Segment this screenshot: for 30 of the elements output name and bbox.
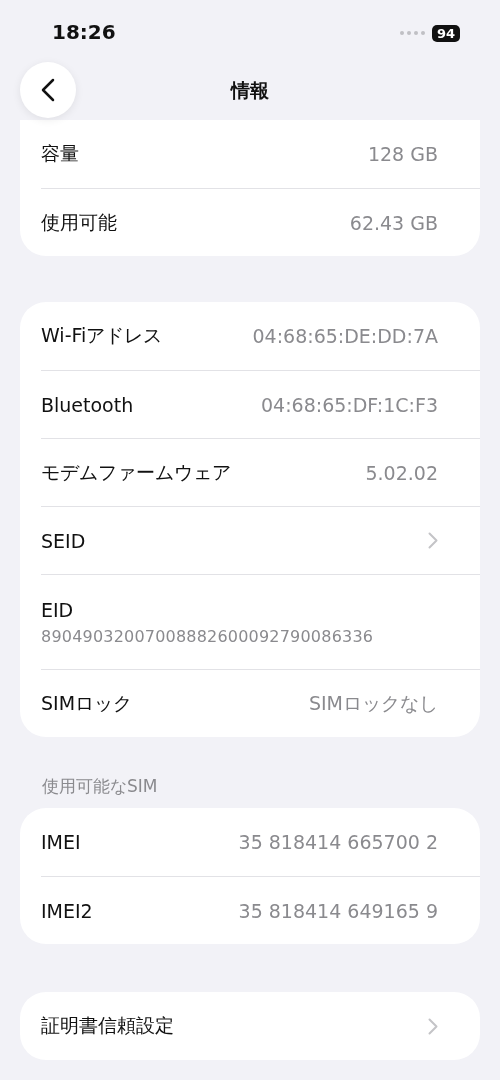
row-label: SEID: [41, 529, 86, 552]
row-label: SIMロック: [41, 690, 133, 716]
chevron-icon: [428, 1017, 438, 1035]
status-time: 18:26: [52, 20, 116, 44]
signal-icon: [399, 31, 426, 35]
row-value: 128 GB: [367, 143, 438, 165]
nav-title: 情報: [231, 78, 269, 103]
list-row[interactable]: 証明書信頼設定: [41, 992, 480, 1060]
row-label: モデムファームウェア: [41, 459, 231, 485]
row-label: 容量: [41, 141, 79, 166]
row-label: Wi-Fiアドレス: [41, 323, 163, 348]
row-label: Bluetooth: [41, 393, 134, 416]
row-label: 使用可能: [41, 209, 117, 235]
section-header: 使用可能なSIM: [41, 775, 159, 798]
list-row[interactable]: SEID: [41, 506, 480, 574]
row-value: 04:68:65:DF:1C:F3: [261, 393, 438, 416]
row-label: IMEI: [41, 831, 81, 853]
row-label: IMEI2: [41, 899, 93, 922]
battery-level: 94: [431, 24, 460, 42]
row-label: EID: [41, 598, 75, 621]
back-icon: [41, 78, 55, 102]
row-value: 35 818414 649165 9: [238, 899, 438, 922]
chevron-icon: [428, 532, 438, 549]
row-value: 62.43 GB: [349, 211, 438, 234]
row-value: 35 818414 665700 2: [238, 831, 438, 853]
row-value: 89049032007008882600092790086336: [41, 626, 375, 646]
row-value: 5.02.02: [365, 461, 438, 484]
row-label: 証明書信頼設定: [41, 1013, 174, 1038]
row-value: SIMロックなし: [308, 690, 438, 716]
row-value: 04:68:65:DE:DD:7A: [252, 325, 438, 347]
